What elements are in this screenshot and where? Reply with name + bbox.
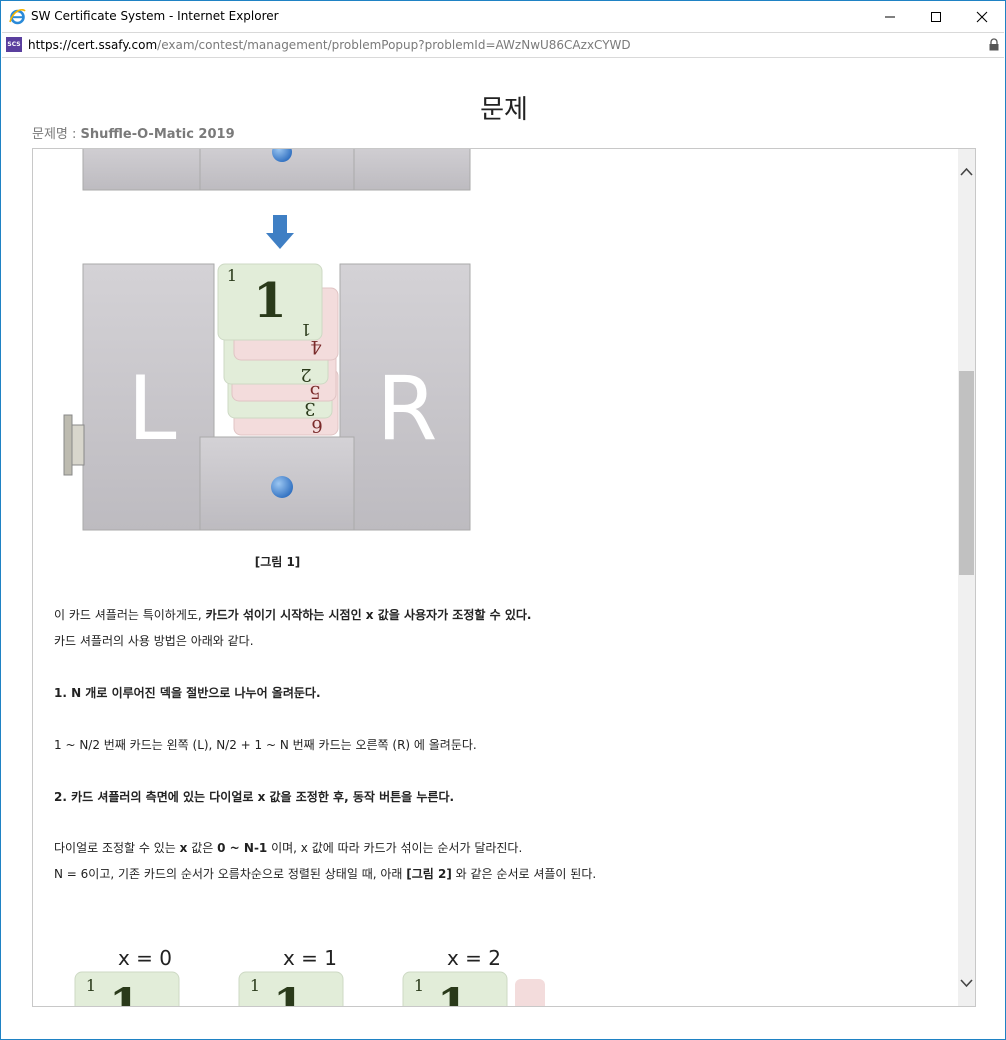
step-1-description: 1 ~ N/2 번째 카드는 왼쪽 (L), N/2 + 1 ~ N 번째 카드… [54,738,477,752]
url-host: https://cert.ssafy.com [28,38,158,52]
shuffler-top-partial [82,149,471,191]
site-favicon-icon: SCS [6,37,22,52]
paragraph-usage: 카드 셔플러의 사용 방법은 아래와 같다. [54,634,254,648]
paragraph-example: N = 6이고, 기존 카드의 순서가 오름차순으로 정렬된 상태일 때, 아래… [54,867,597,881]
card-stack: 6 3 5 2 4 1 1 1 [217,263,339,436]
right-tray-label: R [376,357,437,460]
step-1-title: 1. N 개로 이루어진 덱을 절반으로 나누어 올려둔다. [54,686,321,700]
close-icon [976,11,988,23]
address-bar[interactable]: SCS https://cert.ssafy.com/exam/contest/… [2,32,1004,58]
card-1: 1 1 1 [217,263,323,341]
close-button[interactable] [959,1,1005,32]
scroll-up-button[interactable] [958,149,975,189]
down-arrow-icon [266,215,294,249]
maximize-icon [931,12,941,22]
figure-1-shuffler: L R 6 3 5 2 4 1 1 1 [63,149,471,531]
example-card-1: 1 1 [238,971,344,1007]
problem-name: 문제명 : Shuffle-O-Matic 2019 [32,123,235,142]
svg-text:1: 1 [437,978,469,1007]
chevron-up-icon [960,167,973,176]
svg-text:1: 1 [414,976,424,995]
lock-icon[interactable] [988,38,1000,51]
url-text[interactable]: https://cert.ssafy.com/exam/contest/mana… [28,38,631,52]
vertical-scrollbar[interactable] [958,149,975,1006]
svg-text:1: 1 [253,273,286,329]
example-card-0: 1 1 [74,971,180,1007]
url-path: /exam/contest/management/problemPopup?pr… [157,38,631,52]
maximize-button[interactable] [913,1,959,32]
svg-text:1: 1 [109,978,141,1007]
svg-text:2: 2 [300,364,311,385]
scrollbar-thumb[interactable] [959,371,974,575]
example-card-2: 1 1 [402,971,545,1007]
browser-window: SW Certificate System - Internet Explore… [0,0,1006,1040]
minimize-icon [885,16,895,18]
problem-content[interactable]: L R 6 3 5 2 4 1 1 1 [그림 1] 이 카드 셔플러는 특이하… [32,148,976,1007]
svg-text:1: 1 [86,976,96,995]
chevron-down-icon [960,979,973,988]
svg-text:1: 1 [273,978,305,1007]
page-title: 문제 [480,95,528,125]
paragraph-dial-range: 다이얼로 조정할 수 있는 x 값은 0 ~ N-1 이며, x 값에 따라 카… [54,841,523,855]
scroll-down-button[interactable] [958,966,975,1006]
x-label-0: x = 0 [118,946,172,970]
paragraph-intro: 이 카드 셔플러는 특이하게도, 카드가 섞이기 시작하는 시점인 x 값을 사… [54,608,532,622]
svg-text:1: 1 [250,976,260,995]
figure-1-caption: [그림 1] [254,555,301,569]
internet-explorer-icon [9,8,26,25]
title-bar: SW Certificate System - Internet Explore… [1,1,1005,32]
svg-text:1: 1 [301,320,311,339]
step-2-title: 2. 카드 셔플러의 측면에 있는 다이얼로 x 값을 조정한 후, 동작 버튼… [54,790,455,804]
figure-2-shuffle-examples: x = 0 x = 1 x = 2 1 1 1 1 1 1 [74,946,545,1007]
problem-name-label: 문제명 : [32,127,81,142]
minimize-button[interactable] [867,1,913,32]
x-label-2: x = 2 [447,946,501,970]
x-label-1: x = 1 [283,946,337,970]
problem-name-value: Shuffle-O-Matic 2019 [80,127,235,142]
svg-text:1: 1 [227,266,237,285]
action-button-icon [271,476,293,498]
window-title: SW Certificate System - Internet Explore… [31,9,279,23]
left-tray-label: L [127,357,176,460]
